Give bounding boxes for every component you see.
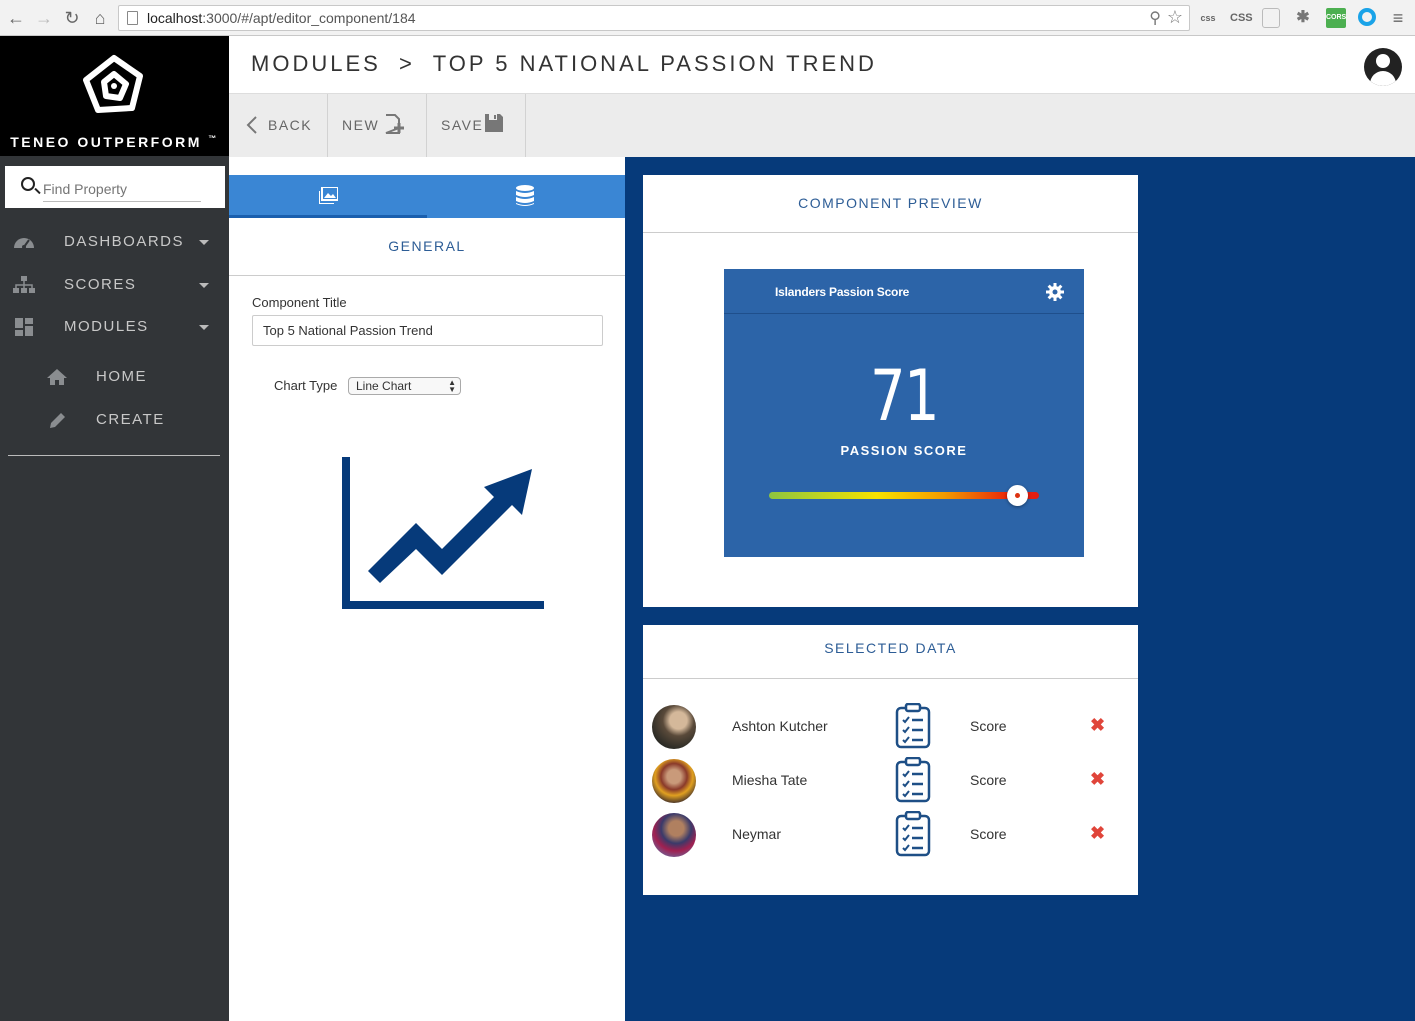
sidebar-item-scores[interactable]: SCORES (0, 267, 229, 303)
home-icon (47, 369, 67, 385)
extension-react-icon[interactable] (1262, 8, 1280, 28)
browser-menu-icon[interactable]: ≡ (1390, 8, 1406, 28)
list-item: Miesha Tate Score ✖ (643, 757, 1138, 811)
dashboard-icon (14, 238, 34, 249)
chevron-left-icon (246, 116, 257, 134)
address-bar[interactable]: localhost:3000/#/apt/editor_component/18… (118, 5, 1190, 31)
metric-label: Score (970, 826, 1007, 842)
tab-appearance[interactable] (229, 175, 427, 218)
new-file-icon (385, 114, 404, 134)
zoom-icon[interactable]: ⚲ (1149, 8, 1161, 28)
browser-forward-icon[interactable]: → (34, 7, 54, 29)
back-button[interactable]: BACK (229, 94, 328, 157)
passion-score-label: PASSION SCORE (840, 443, 968, 458)
sidebar-item-create[interactable]: CREATE (0, 402, 229, 438)
list-item: Neymar Score ✖ (643, 811, 1138, 865)
sidebar-item-dashboards[interactable]: DASHBOARDS (0, 224, 229, 260)
person-name: Miesha Tate (732, 772, 808, 788)
editor-panel: GENERAL Component Title Chart Type Line … (229, 157, 625, 1021)
browser-home-icon[interactable]: ⌂ (90, 7, 110, 29)
extension-circle-icon[interactable] (1358, 8, 1376, 26)
teneo-logo-icon[interactable] (78, 52, 150, 124)
tab-data[interactable] (427, 175, 625, 218)
browser-toolbar: ← → ↻ ⌂ localhost:3000/#/apt/editor_comp… (0, 0, 1415, 36)
save-floppy-icon (485, 114, 503, 132)
widget-header: Islanders Passion Score (724, 269, 1084, 314)
list-item: Ashton Kutcher Score ✖ (643, 703, 1138, 757)
save-button[interactable]: SAVE (427, 94, 526, 157)
bookmark-star-icon[interactable]: ☆ (1167, 7, 1183, 28)
sidebar-item-label: DASHBOARDS (64, 233, 185, 250)
component-preview-card: COMPONENT PREVIEW Islanders Passion Scor… (643, 175, 1138, 607)
chart-type-value: Line Chart (356, 379, 412, 393)
selected-data-card: SELECTED DATA Ashton Kutcher Score ✖ Mie… (643, 625, 1138, 895)
sidebar-item-label: CREATE (96, 411, 165, 428)
editor-toolbar: BACK NEW SAVE (229, 94, 1415, 157)
chevron-down-icon (199, 325, 209, 330)
preview-widget: Islanders Passion Score 71 PASSION SCORE (724, 269, 1084, 557)
avatar (652, 705, 696, 749)
clipboard-checklist-icon[interactable] (895, 811, 931, 857)
sidebar-divider (8, 455, 220, 456)
address-url: localhost:3000/#/apt/editor_component/18… (147, 10, 416, 26)
find-property-search (5, 166, 225, 208)
sidebar-item-label: HOME (96, 368, 147, 385)
component-preview-title: COMPONENT PREVIEW (643, 175, 1138, 233)
select-arrows-icon: ▲ ▼ (448, 378, 456, 394)
breadcrumb: MODULES > TOP 5 NATIONAL PASSION TREND (251, 51, 877, 76)
browser-back-icon[interactable]: ← (6, 7, 26, 29)
passion-score-value: 71 (869, 355, 940, 437)
extension-puzzle-icon[interactable]: ✱ (1294, 8, 1312, 28)
new-button[interactable]: NEW (328, 94, 427, 157)
brand-name: TENEO OUTPERFORM ™ (10, 134, 219, 150)
widget-title: Islanders Passion Score (775, 285, 910, 299)
clipboard-checklist-icon[interactable] (895, 757, 931, 803)
chevron-down-icon (199, 283, 209, 288)
clipboard-checklist-icon[interactable] (895, 703, 931, 749)
page-icon (127, 11, 138, 25)
sidebar: TENEO OUTPERFORM ™ DASHBOARDS SCORES (0, 36, 229, 1021)
sidebar-item-label: MODULES (64, 318, 149, 335)
component-title-input[interactable] (252, 315, 603, 346)
person-name: Neymar (732, 826, 782, 842)
page-header: MODULES > TOP 5 NATIONAL PASSION TREND (229, 36, 1415, 94)
component-title-label: Component Title (252, 295, 347, 310)
extension-css-icon[interactable]: CSS (1230, 8, 1253, 28)
sidebar-item-label: SCORES (64, 276, 137, 293)
find-property-input[interactable] (43, 176, 201, 202)
selected-data-title: SELECTED DATA (643, 625, 1138, 679)
avatar (652, 813, 696, 857)
browser-reload-icon[interactable]: ↻ (62, 7, 82, 29)
slider-handle[interactable] (1006, 485, 1028, 506)
passion-score-slider[interactable] (769, 492, 1039, 499)
brand-header: TENEO OUTPERFORM ™ (0, 36, 229, 156)
remove-icon[interactable]: ✖ (1090, 715, 1105, 736)
section-title-general: GENERAL (229, 218, 625, 276)
sidebar-item-modules[interactable]: MODULES (0, 309, 229, 345)
metric-label: Score (970, 718, 1007, 734)
user-avatar-icon[interactable] (1364, 48, 1402, 86)
chart-type-label: Chart Type (274, 378, 338, 393)
sitemap-icon (13, 276, 35, 293)
database-icon (516, 185, 534, 206)
pencil-icon (50, 413, 65, 428)
chevron-down-icon (199, 240, 209, 245)
image-icon (319, 187, 338, 204)
person-name: Ashton Kutcher (732, 718, 828, 734)
chart-type-select[interactable]: Line Chart ▲ ▼ (348, 377, 461, 395)
line-chart-icon (342, 457, 544, 609)
metric-label: Score (970, 772, 1007, 788)
main-content: GENERAL Component Title Chart Type Line … (229, 157, 1415, 1021)
extension-cors-icon[interactable]: CORS (1326, 8, 1346, 28)
modules-icon (15, 318, 33, 336)
remove-icon[interactable]: ✖ (1090, 769, 1105, 790)
sidebar-item-home[interactable]: HOME (0, 359, 229, 395)
extension-css-edit-icon[interactable]: css (1198, 8, 1218, 28)
search-icon (21, 177, 35, 191)
remove-icon[interactable]: ✖ (1090, 823, 1105, 844)
avatar (652, 759, 696, 803)
gear-icon[interactable] (1046, 283, 1064, 301)
editor-tabs (229, 175, 625, 218)
